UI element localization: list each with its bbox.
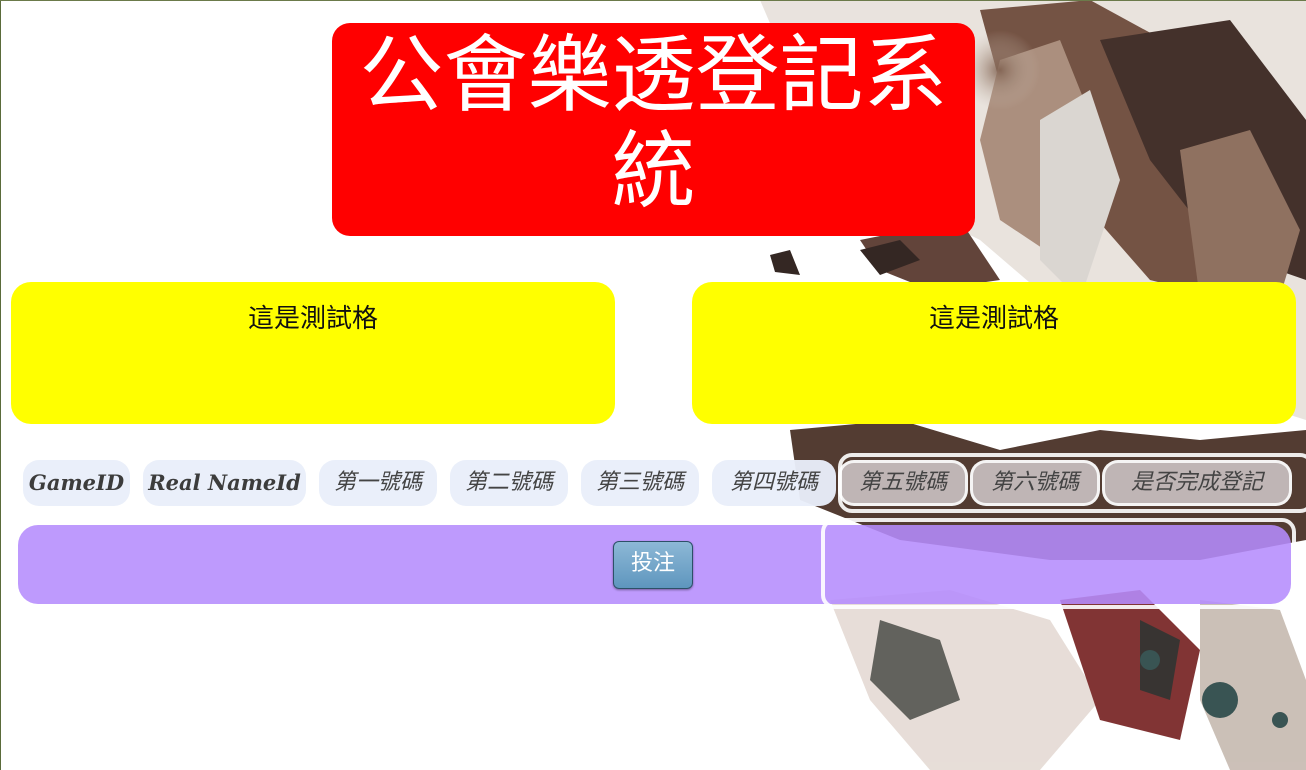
column-header-number-5: 第五號碼 [838, 460, 968, 506]
column-header-number-2: 第二號碼 [450, 460, 568, 506]
column-header-number-6: 第六號碼 [970, 460, 1100, 506]
column-header-number-3: 第三號碼 [581, 460, 699, 506]
column-header-registration-complete: 是否完成登記 [1102, 460, 1292, 506]
table-header-row: GameID Real NameId 第一號碼 第二號碼 第三號碼 第四號碼 第… [18, 453, 1306, 515]
test-panel-left: 這是測試格 [11, 282, 615, 424]
test-panel-right: 這是測試格 [692, 282, 1296, 424]
column-header-gameid: GameID [23, 460, 130, 506]
left-edge-line [0, 0, 1, 770]
test-panel-left-label: 這是測試格 [247, 304, 378, 334]
top-edge-line [0, 0, 1306, 1]
column-header-real-name: Real NameId [143, 460, 306, 506]
column-header-number-1: 第一號碼 [319, 460, 437, 506]
test-panel-right-label: 這是測試格 [928, 304, 1059, 334]
page-title: 公會樂透登記系統 [332, 23, 975, 236]
bet-button[interactable]: 投注 [613, 541, 693, 589]
column-header-number-4: 第四號碼 [712, 460, 836, 506]
